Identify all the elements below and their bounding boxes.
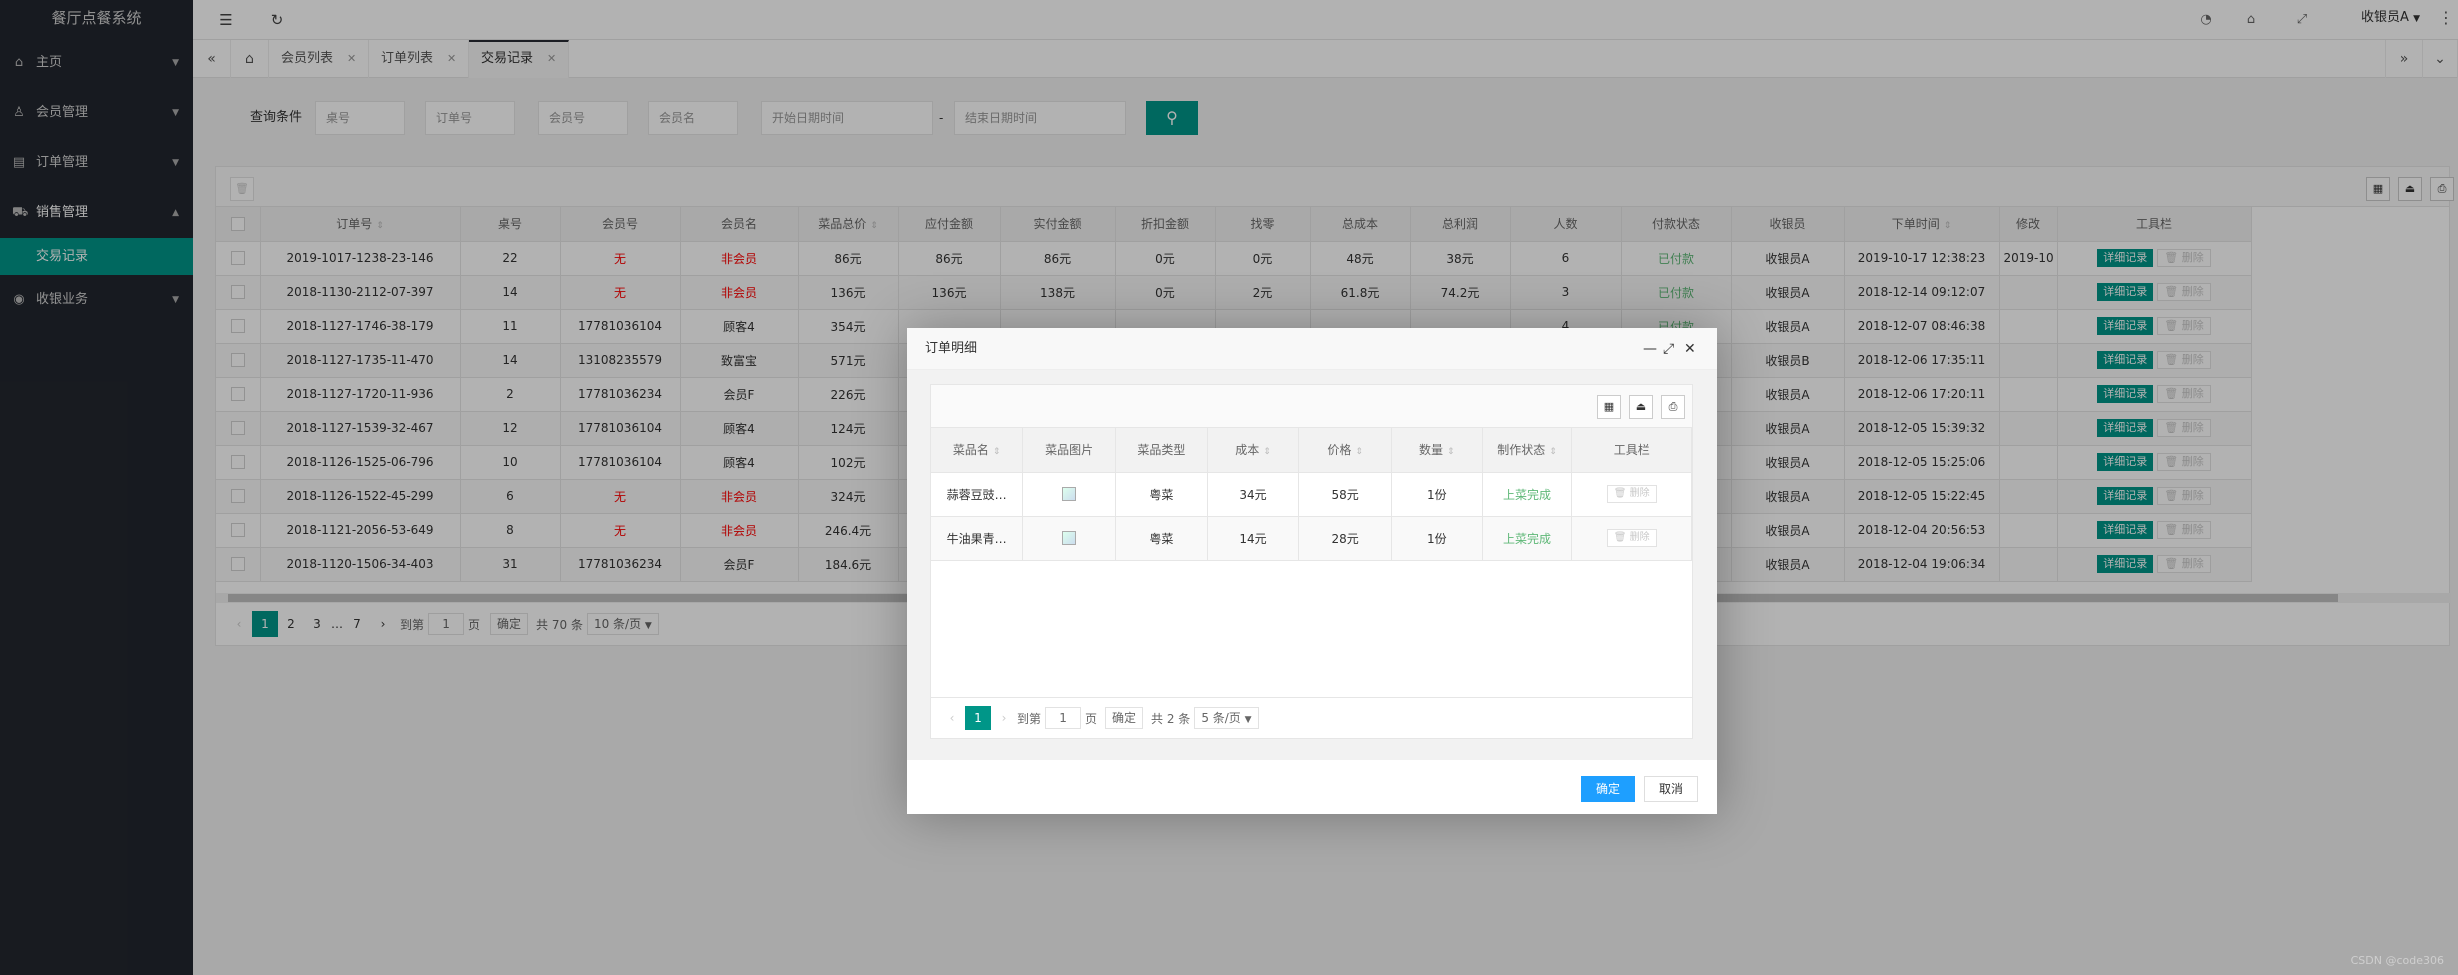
modal-title: 订单明细 xyxy=(925,341,978,356)
dish-cost: 14元 xyxy=(1207,516,1300,561)
order-detail-modal: 订单明细 — ⤢ ✕ ▦ ⏏ ⎙ 菜品名 ⇕ 菜品图片 菜品类型 成本 ⇕ 价格… xyxy=(907,328,1717,814)
next-page-icon[interactable]: › xyxy=(991,706,1017,730)
broken-image-icon xyxy=(1062,531,1077,546)
broken-image-icon xyxy=(1062,487,1077,502)
detail-row: 蒜蓉豆豉… 粤菜 34元 58元 1份 上菜完成 🗑 删除 xyxy=(931,472,1692,517)
column-header[interactable]: 数量 ⇕ xyxy=(1391,428,1483,473)
chevron-down-icon: ▼ xyxy=(1244,715,1252,725)
trash-icon: 🗑 xyxy=(1613,488,1627,499)
toolbar-cell: 🗑 删除 xyxy=(1571,472,1692,517)
goto-label: 到第 xyxy=(1017,711,1042,726)
dish-image-cell xyxy=(1022,516,1116,561)
print-icon[interactable]: ⎙ xyxy=(1661,395,1685,419)
column-header[interactable]: 价格 ⇕ xyxy=(1298,428,1392,473)
dish-status: 上菜完成 xyxy=(1482,472,1573,517)
column-header: 菜品图片 xyxy=(1022,428,1116,473)
dish-quantity: 1份 xyxy=(1391,516,1483,561)
column-header: 工具栏 xyxy=(1571,428,1692,473)
detail-row: 牛油果青… 粤菜 14元 28元 1份 上菜完成 🗑 删除 xyxy=(931,516,1692,561)
total-count: 共 2 条 xyxy=(1151,711,1191,726)
page-unit-label: 页 xyxy=(1085,711,1098,726)
dish-price: 28元 xyxy=(1298,516,1392,561)
delete-button[interactable]: 🗑 删除 xyxy=(1606,485,1657,503)
per-page-select[interactable]: 5 条/页 ▼ xyxy=(1194,707,1259,729)
dish-type: 粤菜 xyxy=(1115,516,1208,561)
sort-icon[interactable]: ⇕ xyxy=(1549,447,1557,457)
modal-body: ▦ ⏏ ⎙ 菜品名 ⇕ 菜品图片 菜品类型 成本 ⇕ 价格 ⇕ 数量 ⇕ 制作状态 xyxy=(907,370,1717,760)
confirm-button[interactable]: 确定 xyxy=(1581,776,1636,802)
modal-title-bar: 订单明细 — ⤢ ✕ xyxy=(907,328,1717,370)
minimize-icon[interactable]: — xyxy=(1643,328,1657,370)
column-header[interactable]: 制作状态 ⇕ xyxy=(1482,428,1573,473)
close-icon[interactable]: ✕ xyxy=(1684,328,1696,370)
sort-icon[interactable]: ⇕ xyxy=(1447,447,1455,457)
order-detail-table: 菜品名 ⇕ 菜品图片 菜品类型 成本 ⇕ 价格 ⇕ 数量 ⇕ 制作状态 ⇕ 工具栏 蒜蓉豆… xyxy=(931,428,1692,561)
column-header[interactable]: 成本 ⇕ xyxy=(1207,428,1300,473)
dish-image-cell xyxy=(1022,472,1116,517)
goto-page-input[interactable]: 1 xyxy=(1045,707,1082,729)
modal-footer: 确定 取消 xyxy=(907,760,1717,814)
sort-icon[interactable]: ⇕ xyxy=(1263,447,1271,457)
trash-icon: 🗑 xyxy=(1613,532,1627,543)
delete-button[interactable]: 🗑 删除 xyxy=(1606,529,1657,547)
goto-confirm-button[interactable]: 确定 xyxy=(1105,707,1144,729)
sort-icon[interactable]: ⇕ xyxy=(1355,447,1363,457)
export-icon[interactable]: ⏏ xyxy=(1629,395,1653,419)
dish-type: 粤菜 xyxy=(1115,472,1208,517)
detail-header-row: 菜品名 ⇕ 菜品图片 菜品类型 成本 ⇕ 价格 ⇕ 数量 ⇕ 制作状态 ⇕ 工具栏 xyxy=(931,428,1692,473)
detail-toolbar: ▦ ⏏ ⎙ xyxy=(931,385,1692,428)
columns-icon[interactable]: ▦ xyxy=(1597,395,1621,419)
column-header: 菜品类型 xyxy=(1115,428,1208,473)
dish-quantity: 1份 xyxy=(1391,472,1483,517)
sort-icon[interactable]: ⇕ xyxy=(993,447,1001,457)
maximize-icon[interactable]: ⤢ xyxy=(1663,328,1674,370)
watermark: CSDN @code306 xyxy=(2350,954,2444,967)
dish-price: 58元 xyxy=(1298,472,1392,517)
dish-status: 上菜完成 xyxy=(1482,516,1573,561)
dish-cost: 34元 xyxy=(1207,472,1300,517)
page-number[interactable]: 1 xyxy=(965,706,991,730)
prev-page-icon[interactable]: ‹ xyxy=(939,706,965,730)
column-header[interactable]: 菜品名 ⇕ xyxy=(931,428,1024,473)
dish-name: 牛油果青… xyxy=(931,516,1024,561)
detail-pagination: ‹ 1 › 到第 1 页 确定 共 2 条 5 条/页 ▼ xyxy=(931,697,1692,738)
toolbar-cell: 🗑 删除 xyxy=(1571,516,1692,561)
dish-name: 蒜蓉豆豉… xyxy=(931,472,1024,517)
cancel-button[interactable]: 取消 xyxy=(1644,776,1699,802)
detail-table-card: ▦ ⏏ ⎙ 菜品名 ⇕ 菜品图片 菜品类型 成本 ⇕ 价格 ⇕ 数量 ⇕ 制作状态 xyxy=(930,384,1693,739)
